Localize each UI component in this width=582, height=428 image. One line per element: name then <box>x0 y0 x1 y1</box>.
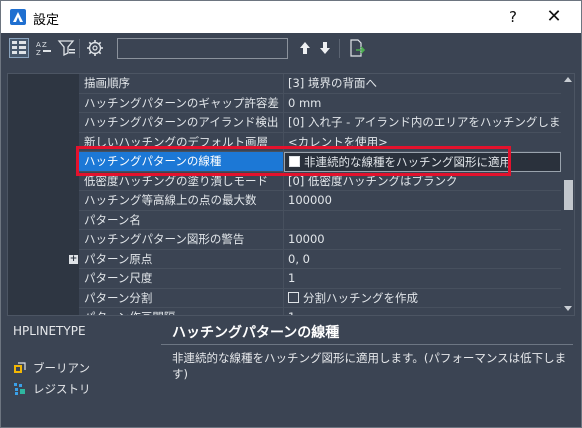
property-name: パターン名 <box>79 210 284 230</box>
scroll-thumb[interactable] <box>564 180 573 210</box>
property-name: ハッチングパターン図形の警告 <box>79 230 284 250</box>
categorized-view-icon[interactable] <box>9 38 29 58</box>
property-value[interactable]: 0 mm <box>284 93 561 113</box>
toolbar: AZZ <box>1 33 581 64</box>
svg-text:Z: Z <box>42 41 47 49</box>
property-grid: 描画順序 [3] 境界の背面へ ハッチングパターンのギャップ許容差 0 mm ハ… <box>7 73 575 316</box>
description-title: ハッチングパターンの線種 <box>172 325 340 341</box>
checkbox-label: 分割ハッチングを作成 <box>303 290 418 305</box>
property-row[interactable]: パターン分割 分割ハッチングを作成 <box>8 288 561 308</box>
property-value[interactable]: 100000 <box>284 191 561 211</box>
property-value[interactable]: [3] 境界の背面へ <box>284 74 561 94</box>
property-name: パターン原点 <box>79 249 284 269</box>
export-icon[interactable] <box>347 38 367 58</box>
highlight-annotation-box <box>76 146 511 176</box>
property-name: 描画順序 <box>79 74 284 94</box>
property-row[interactable]: 描画順序 [3] 境界の背面へ <box>8 74 561 94</box>
svg-text:A: A <box>36 41 41 49</box>
alphabetical-view-icon[interactable]: AZZ <box>34 38 54 58</box>
scroll-up-icon[interactable] <box>564 77 572 82</box>
description-divider <box>161 344 573 345</box>
registry-icon <box>13 382 27 396</box>
property-row[interactable]: ハッチング等高線上の点の最大数 100000 <box>8 191 561 211</box>
property-value[interactable]: [0] 入れ子 - アイランド内のエリアをハッチングします <box>284 113 561 133</box>
property-row[interactable]: + パターン原点 0, 0 <box>8 249 561 269</box>
close-button[interactable]: ✕ <box>539 5 569 29</box>
property-name: ハッチングパターンのギャップ許容差 <box>79 93 284 113</box>
property-value[interactable]: 1 <box>284 308 561 315</box>
property-value[interactable]: 0, 0 <box>284 249 561 269</box>
filter-icon[interactable] <box>57 38 77 58</box>
description-text: 非連続的な線種をハッチング図形に適用します。(パフォーマンスは低下します) <box>172 351 567 381</box>
legend-label: レジストリ <box>33 382 91 396</box>
property-value[interactable]: 10000 <box>284 230 561 250</box>
checkbox[interactable] <box>288 291 299 303</box>
property-row[interactable]: ハッチングパターンのアイランド検出 [0] 入れ子 - アイランド内のエリアをハ… <box>8 113 561 133</box>
property-value[interactable]: 分割ハッチングを作成 <box>284 288 561 308</box>
arrow-up-icon[interactable] <box>295 38 315 58</box>
system-variable-name: HPLINETYPE <box>13 324 86 338</box>
app-logo-icon <box>10 9 26 25</box>
search-input[interactable] <box>117 38 288 59</box>
title-bar: 設定 ? ✕ <box>1 1 581 33</box>
property-name: ハッチングパターンのアイランド検出 <box>79 113 284 133</box>
property-name: ハッチング等高線上の点の最大数 <box>79 191 284 211</box>
gear-icon[interactable] <box>85 38 105 58</box>
arrow-down-icon[interactable] <box>315 38 335 58</box>
property-row[interactable]: ハッチングパターン図形の警告 10000 <box>8 230 561 250</box>
property-value[interactable] <box>284 210 561 230</box>
toolbar-separator <box>339 39 340 58</box>
toolbar-separator <box>79 39 80 58</box>
property-row[interactable]: パターン作画間隔 1 <box>8 308 561 315</box>
help-button[interactable]: ? <box>501 5 525 29</box>
vertical-scrollbar[interactable] <box>561 74 574 315</box>
window-title: 設定 <box>33 13 60 28</box>
property-value[interactable]: 1 <box>284 269 561 289</box>
settings-window: 設定 ? ✕ AZZ 描画順序 [3] 境界の背面へ ハッチングパターンのギャッ… <box>0 0 582 428</box>
property-row[interactable]: パターン名 <box>8 210 561 230</box>
boolean-icon <box>13 361 27 375</box>
svg-text:Z: Z <box>36 49 41 57</box>
property-name: パターン尺度 <box>79 269 284 289</box>
property-name: パターン分割 <box>79 288 284 308</box>
scroll-down-icon[interactable] <box>564 306 572 311</box>
expand-icon[interactable]: + <box>69 254 78 264</box>
property-row[interactable]: ハッチングパターンのギャップ許容差 0 mm <box>8 93 561 113</box>
property-row[interactable]: パターン尺度 1 <box>8 269 561 289</box>
property-name: パターン作画間隔 <box>79 308 284 315</box>
legend-label: ブーリアン <box>33 361 91 375</box>
